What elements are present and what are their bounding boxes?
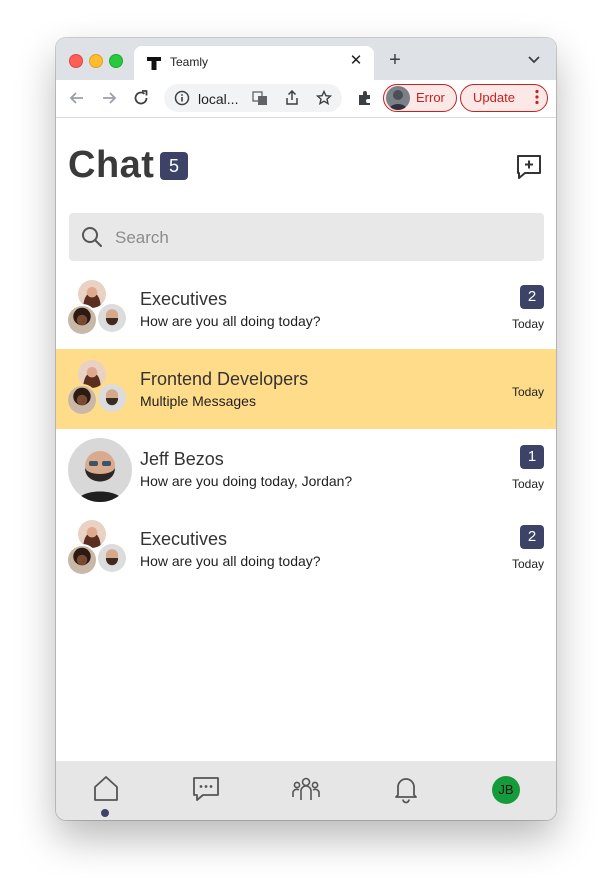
- chat-name: Jeff Bezos: [140, 449, 224, 469]
- unread-badge: 1: [520, 445, 544, 469]
- avatar: [96, 542, 128, 574]
- avatar: [66, 544, 98, 576]
- chat-count-badge: 5: [160, 152, 188, 180]
- share-icon[interactable]: [284, 90, 300, 106]
- tab-search-chevron-icon[interactable]: [526, 53, 542, 67]
- user-avatar[interactable]: JB: [492, 776, 520, 804]
- bell-icon[interactable]: [391, 774, 421, 804]
- maximize-window-button[interactable]: [109, 54, 123, 68]
- chat-icon[interactable]: [191, 774, 221, 804]
- chat-preview: How are you all doing today?: [140, 553, 321, 569]
- chat-list-item[interactable]: Executives How are you all doing today? …: [56, 509, 556, 589]
- group-avatar: [66, 358, 130, 420]
- search-input[interactable]: [113, 213, 537, 263]
- reload-icon[interactable]: [132, 89, 150, 107]
- new-chat-icon[interactable]: [514, 152, 544, 182]
- profile-error-label: Error: [416, 90, 445, 105]
- chat-preview: How are you all doing today?: [140, 313, 321, 329]
- forward-icon[interactable]: [100, 89, 118, 107]
- chat-time: Today: [511, 385, 544, 399]
- home-icon[interactable]: [91, 774, 121, 804]
- profile-button[interactable]: Error: [383, 84, 457, 112]
- extensions-icon[interactable]: [356, 89, 374, 107]
- new-tab-icon[interactable]: +: [386, 50, 404, 70]
- translate-icon[interactable]: [252, 90, 268, 106]
- unread-badge: 2: [520, 525, 544, 549]
- browser-window: Teamly ✕ + local... Error Update Chat 5 …: [56, 38, 556, 820]
- site-info-icon[interactable]: [174, 90, 190, 106]
- profile-avatar: [386, 86, 410, 110]
- address-bar[interactable]: local...: [164, 84, 342, 112]
- teamly-logo-icon: [147, 57, 161, 70]
- tab-close-icon[interactable]: ✕: [348, 53, 364, 69]
- group-avatar: [66, 518, 130, 580]
- browser-toolbar: local... Error Update: [56, 80, 556, 118]
- chat-time: Today: [511, 317, 544, 331]
- address-text: local...: [198, 91, 239, 107]
- avatar: [66, 384, 98, 416]
- unread-badge: 2: [520, 285, 544, 309]
- chat-list-item[interactable]: Executives How are you all doing today? …: [56, 269, 556, 349]
- search-box[interactable]: [69, 213, 544, 263]
- bookmark-star-icon[interactable]: [316, 90, 332, 106]
- group-avatar: [66, 278, 130, 340]
- active-nav-indicator: [101, 809, 109, 817]
- app-content: Chat 5 Search Executives How are you all…: [56, 118, 556, 761]
- team-icon[interactable]: [291, 774, 321, 804]
- avatar: [68, 438, 132, 502]
- update-button[interactable]: Update: [460, 84, 548, 112]
- avatar: [96, 302, 128, 334]
- tab-bar: Teamly ✕ +: [56, 38, 556, 80]
- chat-list-item-active[interactable]: Frontend Developers Multiple Messages To…: [56, 349, 556, 429]
- chat-name: Executives: [140, 529, 228, 549]
- back-icon[interactable]: [68, 89, 86, 107]
- kebab-menu-icon[interactable]: [535, 89, 539, 105]
- chat-name: Frontend Developers: [140, 369, 309, 389]
- bottom-nav: JB: [56, 761, 556, 820]
- chat-preview: How are you doing today, Jordan?: [140, 473, 353, 489]
- close-window-button[interactable]: [69, 54, 83, 68]
- chat-time: Today: [511, 557, 544, 571]
- page-title: Chat: [68, 144, 155, 186]
- avatar: [96, 382, 128, 414]
- chat-time: Today: [511, 477, 544, 491]
- tab-title: Teamly: [170, 55, 209, 69]
- avatar: [66, 304, 98, 336]
- minimize-window-button[interactable]: [89, 54, 103, 68]
- search-icon: [82, 227, 102, 247]
- chat-preview: Multiple Messages: [140, 393, 256, 409]
- browser-tab[interactable]: Teamly ✕: [134, 46, 374, 80]
- chat-list-item[interactable]: Jeff Bezos How are you doing today, Jord…: [56, 429, 556, 509]
- update-label: Update: [473, 90, 515, 105]
- chat-name: Executives: [140, 289, 228, 309]
